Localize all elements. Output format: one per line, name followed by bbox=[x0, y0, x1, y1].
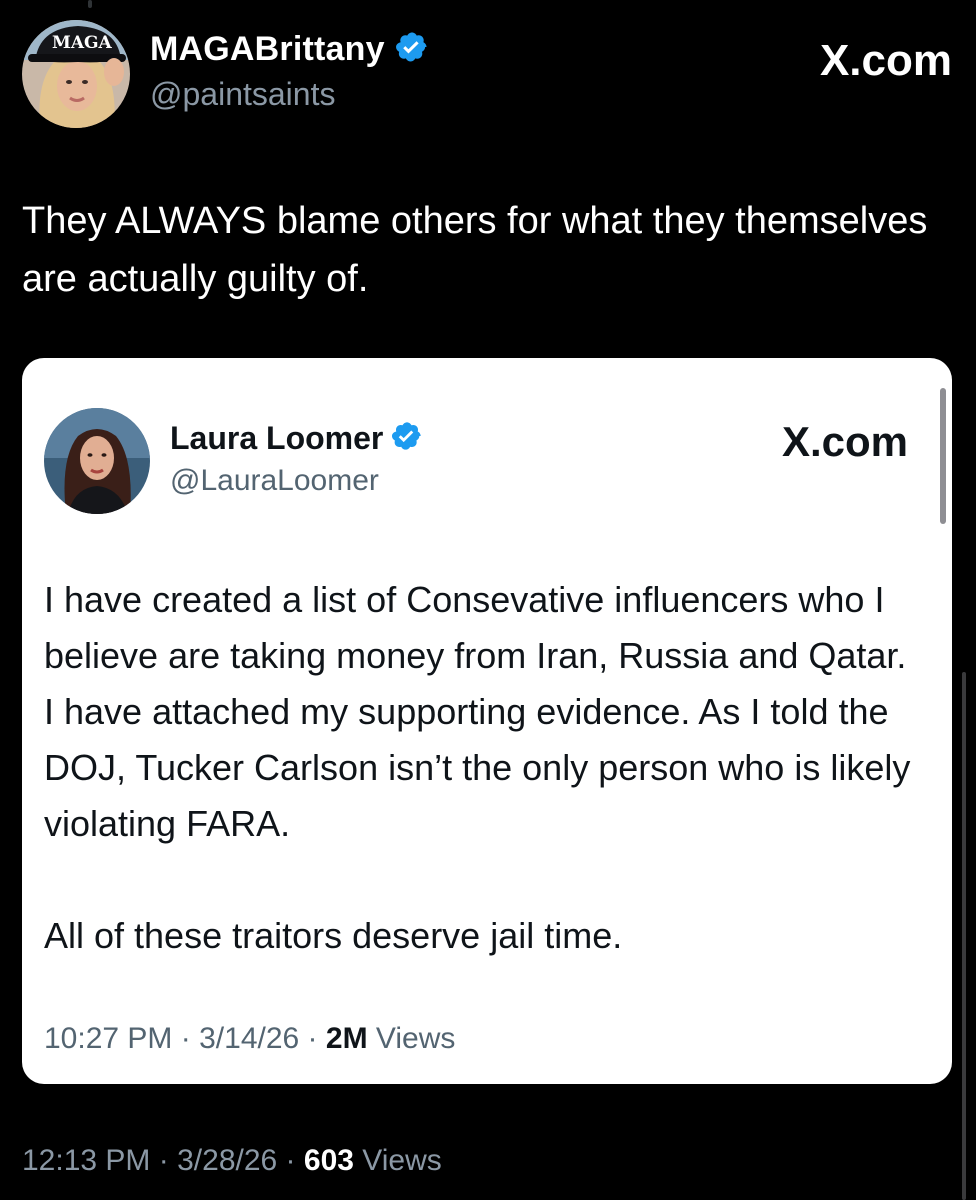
quoted-tweet-views-label: Views bbox=[375, 1022, 456, 1055]
outer-author-name[interactable]: MAGABrittany bbox=[150, 30, 385, 69]
quoted-tweet-date[interactable]: 3/14/26 bbox=[199, 1022, 299, 1055]
outer-tweet-views-count[interactable]: 603 bbox=[304, 1144, 354, 1177]
quoted-tweet-paragraph: I have created a list of Consevative inf… bbox=[44, 579, 911, 844]
verified-badge-icon bbox=[395, 30, 429, 69]
quoted-author-avatar[interactable] bbox=[44, 408, 150, 514]
quoted-tweet-paragraph: All of these traitors deserve jail time. bbox=[44, 915, 623, 956]
page-scrollbar[interactable] bbox=[962, 672, 966, 1200]
separator: · bbox=[158, 1144, 169, 1177]
outer-tweet-views-label: Views bbox=[362, 1144, 442, 1177]
outer-tweet-date[interactable]: 3/28/26 bbox=[177, 1144, 277, 1177]
outer-avatar-image: MAGA bbox=[22, 20, 130, 128]
quoted-author-handle[interactable]: @LauraLoomer bbox=[170, 464, 379, 498]
outer-tweet-meta: 12:13 PM · 3/28/26 · 603 Views bbox=[22, 1144, 442, 1178]
quoted-tweet-text: I have created a list of Consevative inf… bbox=[44, 572, 924, 964]
outer-author-handle[interactable]: @paintsaints bbox=[150, 76, 335, 113]
quoted-tweet-card[interactable]: Laura Loomer @LauraLoomer X.com I have c… bbox=[22, 358, 952, 1084]
verified-badge-icon bbox=[391, 420, 423, 457]
outer-author-name-row: MAGABrittany bbox=[150, 30, 429, 69]
quoted-author-name-row: Laura Loomer bbox=[170, 420, 423, 457]
outer-tweet-header: MAGA MAGABrittany @paintsaints X.com bbox=[22, 18, 952, 128]
outer-tweet-text: They ALWAYS blame others for what they t… bbox=[22, 200, 928, 300]
thread-connector bbox=[88, 0, 92, 8]
separator: · bbox=[307, 1022, 318, 1055]
x-logo-icon[interactable]: X.com bbox=[782, 418, 908, 466]
quoted-tweet-meta: 10:27 PM · 3/14/26 · 2M Views bbox=[44, 1022, 455, 1056]
quoted-tweet-views-count[interactable]: 2M bbox=[326, 1022, 368, 1055]
screenshot-page: MAGA MAGABrittany @paintsaints X.com The… bbox=[0, 0, 976, 1200]
outer-author-avatar[interactable]: MAGA bbox=[22, 20, 130, 128]
separator: · bbox=[285, 1144, 296, 1177]
quoted-avatar-image bbox=[44, 408, 150, 514]
card-scrollbar[interactable] bbox=[940, 388, 946, 524]
hat-text: MAGA bbox=[52, 33, 113, 53]
x-logo-icon[interactable]: X.com bbox=[820, 36, 952, 86]
quoted-tweet-time[interactable]: 10:27 PM bbox=[44, 1022, 172, 1055]
quoted-author-name[interactable]: Laura Loomer bbox=[170, 420, 383, 457]
separator: · bbox=[180, 1022, 191, 1055]
outer-tweet-time[interactable]: 12:13 PM bbox=[22, 1144, 150, 1177]
